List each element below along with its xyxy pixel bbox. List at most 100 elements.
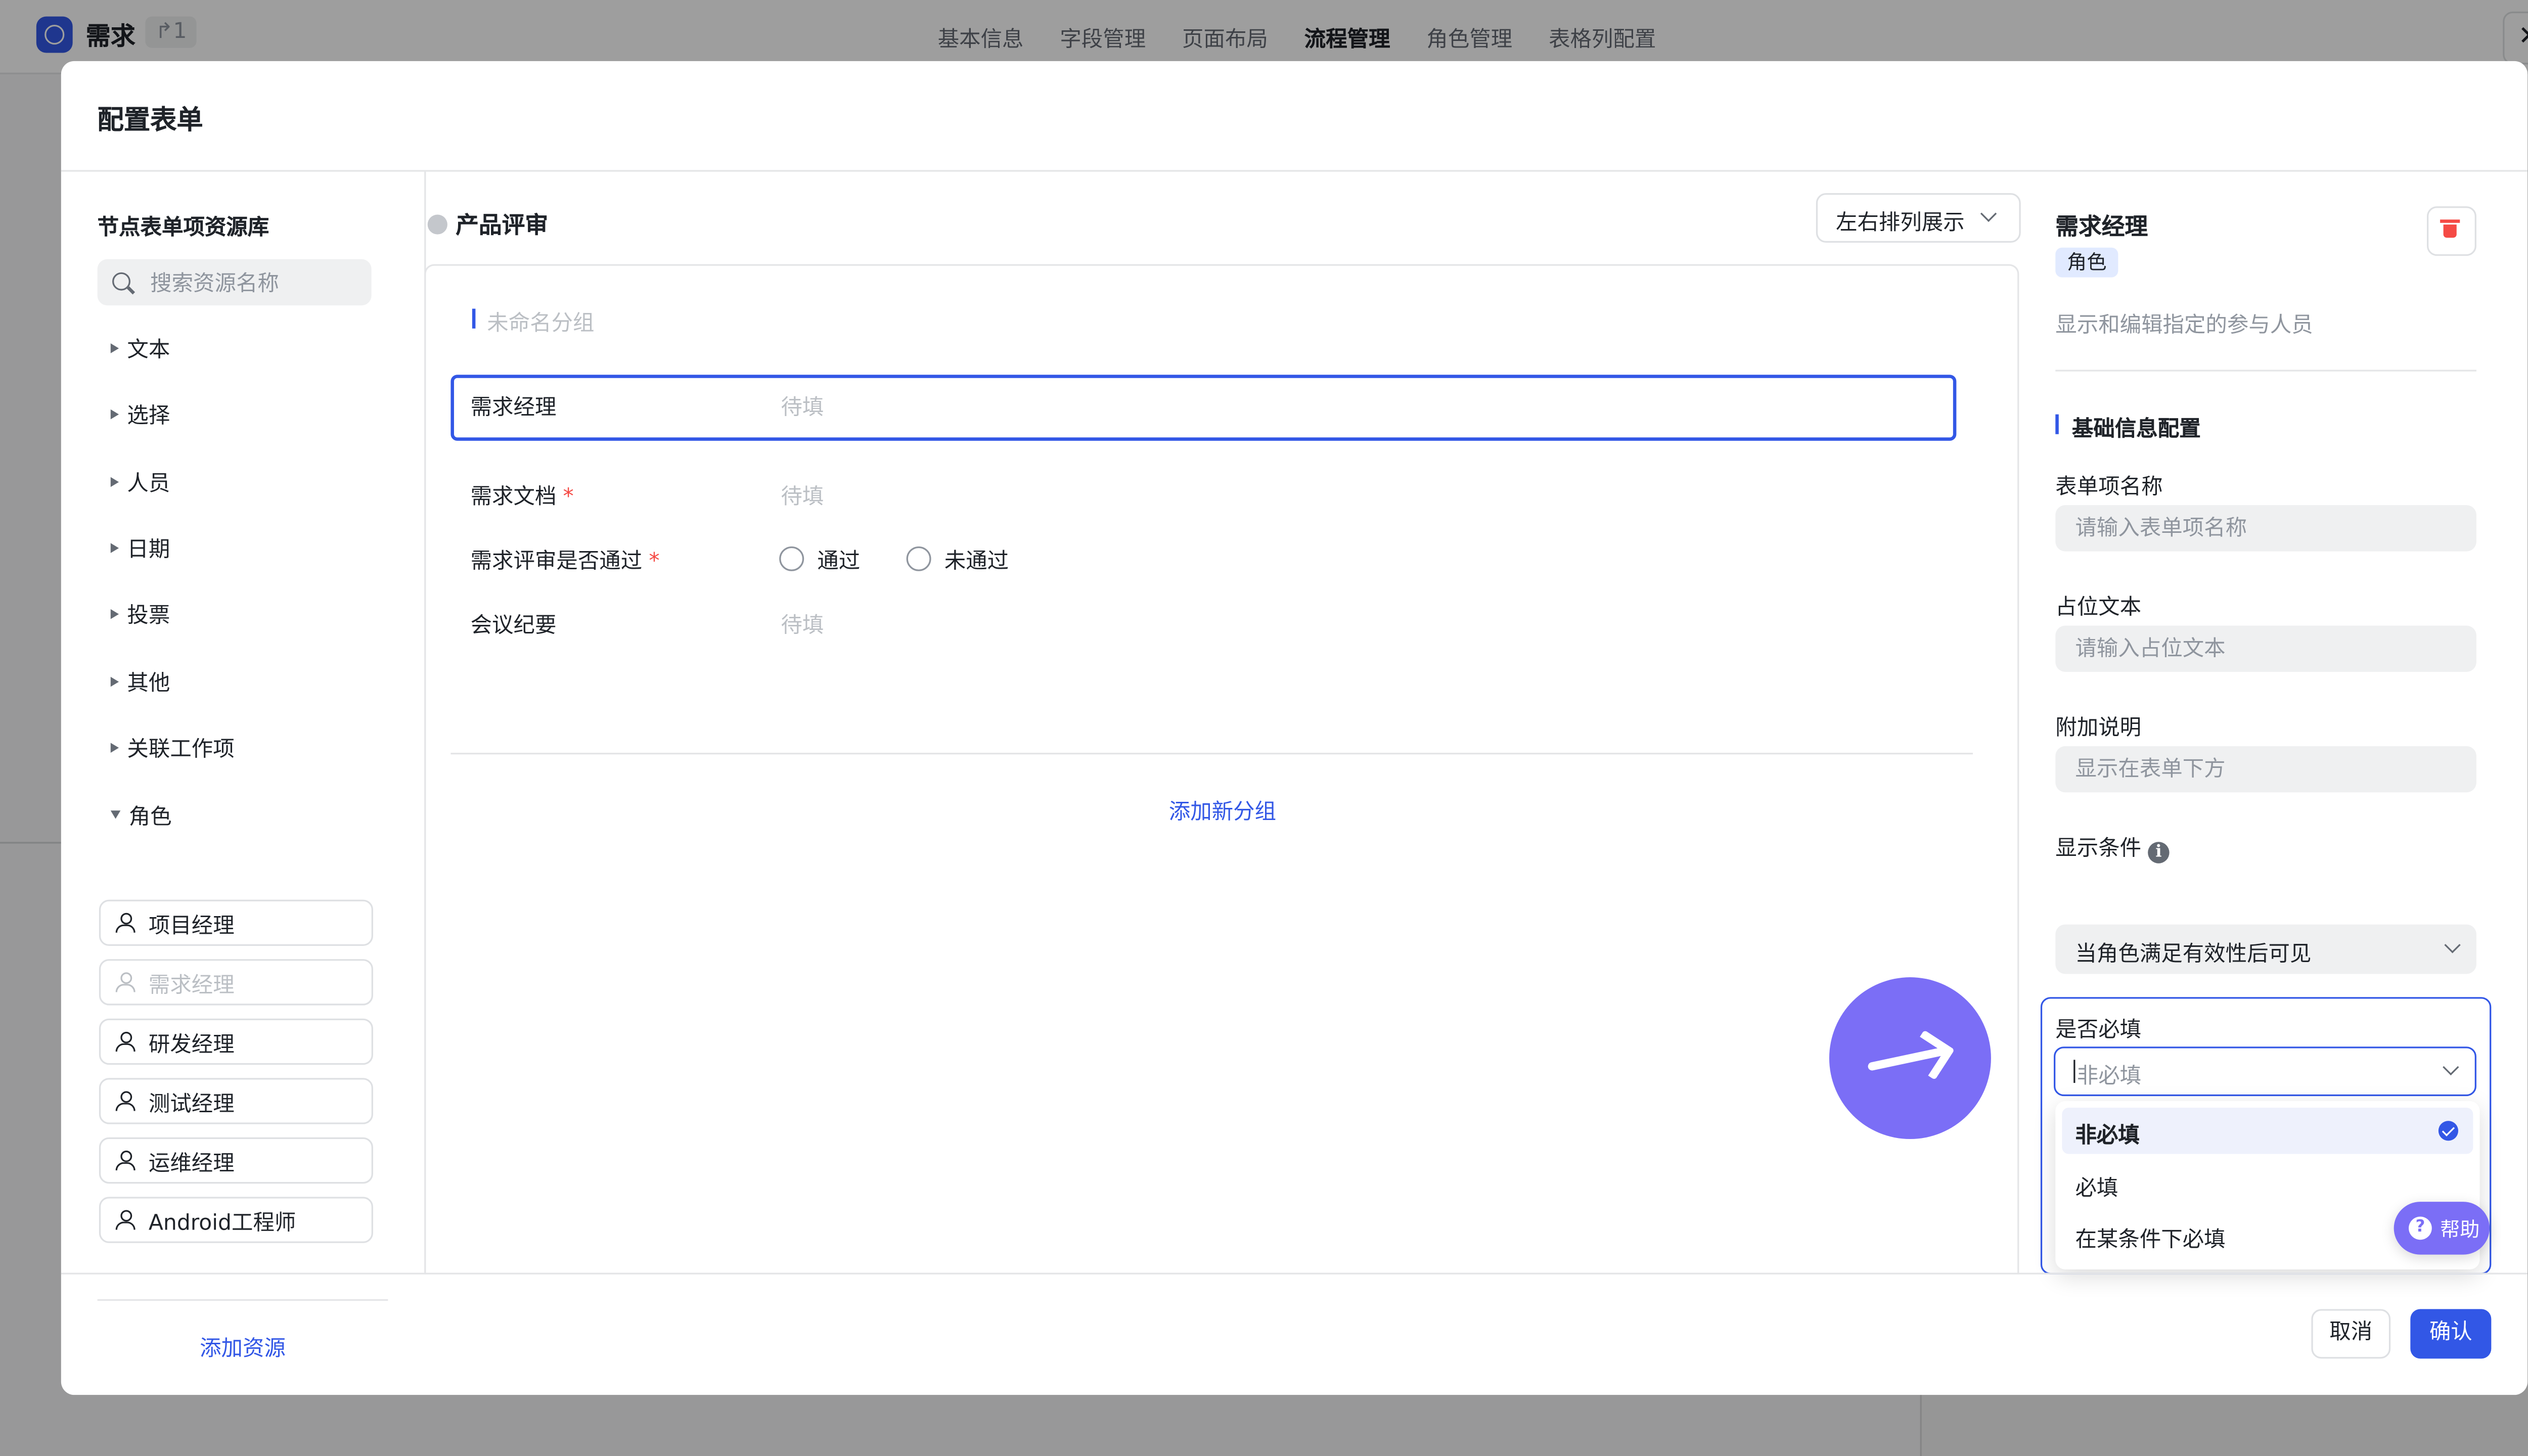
category-select[interactable]: 选择 (110, 398, 170, 429)
role-label: 项目经理 (148, 914, 235, 939)
role-label: 需求经理 (148, 973, 235, 998)
divider (450, 752, 1973, 755)
form-field-requirement-manager[interactable]: 需求经理 待填 (450, 375, 1957, 441)
chevron-down-icon (2443, 1059, 2459, 1076)
arrow-right-fab[interactable] (1829, 977, 1991, 1140)
category-label: 日期 (127, 538, 170, 563)
category-label: 选择 (127, 404, 170, 429)
search-icon (112, 272, 130, 291)
person-icon (114, 1089, 137, 1113)
chevron-down-icon (2444, 937, 2461, 953)
screen: 需求 ↱1 基本信息 字段管理 页面布局 流程管理 角色管理 表格列配置 ✕ 配… (0, 0, 2528, 1456)
help-label: 帮助 (2440, 1218, 2480, 1242)
field-label-wrap: 需求文档 * (471, 479, 574, 510)
caret-right-icon (110, 608, 119, 618)
caret-right-icon (110, 342, 119, 353)
role-item-android-engineer[interactable]: Android工程师 (99, 1197, 373, 1243)
category-other[interactable]: 其他 (110, 665, 170, 697)
option-label: 非必填 (2075, 1124, 2140, 1149)
radio-circle-icon (779, 546, 804, 571)
option-required[interactable]: 必填 (2062, 1161, 2473, 1207)
category-text[interactable]: 文本 (110, 332, 170, 363)
role-item-test-manager[interactable]: 测试经理 (99, 1078, 373, 1124)
person-icon (114, 1030, 137, 1054)
required-mark: * (563, 485, 574, 510)
layout-select[interactable]: 左右排列展示 (1816, 193, 2021, 243)
divider (61, 1272, 2528, 1275)
cancel-button[interactable]: 取消 (2311, 1309, 2391, 1359)
role-label: 运维经理 (148, 1151, 235, 1176)
caret-right-icon (110, 676, 119, 686)
placeholder-input[interactable] (2055, 625, 2476, 672)
radio-circle-icon (906, 546, 931, 571)
field-label: 需求经理 (470, 396, 557, 421)
option-not-required[interactable]: 非必填 (2062, 1108, 2473, 1154)
divider (2055, 370, 2476, 372)
category-linked-workitem[interactable]: 关联工作项 (110, 732, 235, 763)
category-role[interactable]: 角色 (110, 799, 172, 830)
category-label: 关联工作项 (127, 738, 235, 763)
radio-not-passed[interactable]: 未通过 (906, 543, 1009, 575)
category-people[interactable]: 人员 (110, 466, 170, 497)
caret-right-icon (110, 476, 119, 486)
info-icon[interactable]: i (2148, 842, 2170, 863)
placeholder-label: 占位文本 (2055, 596, 2142, 621)
category-date[interactable]: 日期 (110, 531, 170, 563)
form-field-review-passed[interactable]: 需求评审是否通过 * 通过 未通过 (450, 528, 1950, 588)
check-icon (2438, 1121, 2459, 1141)
category-label: 其他 (127, 671, 170, 697)
field-label: 需求文档 (470, 485, 557, 510)
note-input[interactable] (2055, 746, 2476, 793)
condition-select[interactable]: 当角色满足有效性后可见 (2055, 924, 2476, 974)
condition-label: 显示条件 (2055, 837, 2142, 862)
required-select[interactable]: 非必填 (2054, 1046, 2476, 1097)
caret-right-icon (110, 742, 119, 752)
name-input[interactable] (2055, 505, 2476, 552)
caret-right-icon (110, 408, 119, 419)
form-field-requirement-doc[interactable]: 需求文档 * 待填 (450, 464, 1950, 524)
field-placeholder: 待填 (781, 396, 824, 421)
caret-down-icon (110, 810, 121, 819)
role-item-ops-manager[interactable]: 运维经理 (99, 1137, 373, 1184)
field-label-wrap: 需求评审是否通过 * (471, 543, 660, 574)
help-button[interactable]: ? 帮助 (2394, 1202, 2490, 1255)
search-input[interactable] (147, 267, 369, 301)
chevron-down-icon (1980, 205, 1997, 222)
trash-icon (2440, 219, 2460, 238)
library-title: 节点表单项资源库 (97, 216, 269, 241)
role-label: 研发经理 (148, 1032, 235, 1058)
required-label: 是否必填 (2055, 1018, 2142, 1043)
person-icon (114, 911, 137, 934)
search-box (97, 259, 372, 306)
role-label: 测试经理 (148, 1091, 235, 1117)
section-accent-bar (2055, 414, 2059, 434)
resource-library: 节点表单项资源库 文本 选择 人员 日期 投票 其他 关联工作项 角色 项目经理… (61, 172, 424, 1362)
stage-status-icon (427, 214, 447, 235)
field-label: 需求评审是否通过 (470, 550, 643, 575)
question-icon: ? (2409, 1216, 2432, 1240)
option-label: 在某条件下必填 (2075, 1228, 2226, 1253)
radio-passed[interactable]: 通过 (779, 543, 860, 574)
category-vote[interactable]: 投票 (110, 598, 170, 629)
role-item-project-manager[interactable]: 项目经理 (99, 899, 373, 946)
category-label: 人员 (127, 472, 170, 497)
field-type-tag: 角色 (2055, 247, 2118, 278)
field-placeholder: 待填 (781, 485, 824, 510)
divider (97, 1299, 388, 1301)
text-cursor (2073, 1060, 2075, 1083)
form-field-meeting-notes[interactable]: 会议纪要 待填 (450, 593, 1950, 652)
required-mark: * (649, 550, 660, 575)
confirm-button[interactable]: 确认 (2410, 1309, 2492, 1359)
delete-button[interactable] (2426, 206, 2476, 256)
add-resource-link[interactable]: 添加资源 (200, 1331, 286, 1362)
person-icon (114, 1208, 137, 1232)
field-title: 需求经理 (2055, 214, 2148, 241)
properties-panel: 需求经理 角色 显示和编辑指定的参与人员 基础信息配置 表单项名称 占位文本 附… (2017, 172, 2527, 1275)
add-group-link[interactable]: 添加新分组 (1169, 794, 1276, 826)
layout-select-value: 左右排列展示 (1836, 211, 1965, 236)
radio-label: 未通过 (944, 550, 1009, 575)
group-name[interactable]: 未命名分组 (487, 305, 594, 337)
role-item-dev-manager[interactable]: 研发经理 (99, 1018, 373, 1065)
role-item-requirement-manager: 需求经理 (99, 959, 373, 1006)
person-icon (114, 1149, 137, 1172)
